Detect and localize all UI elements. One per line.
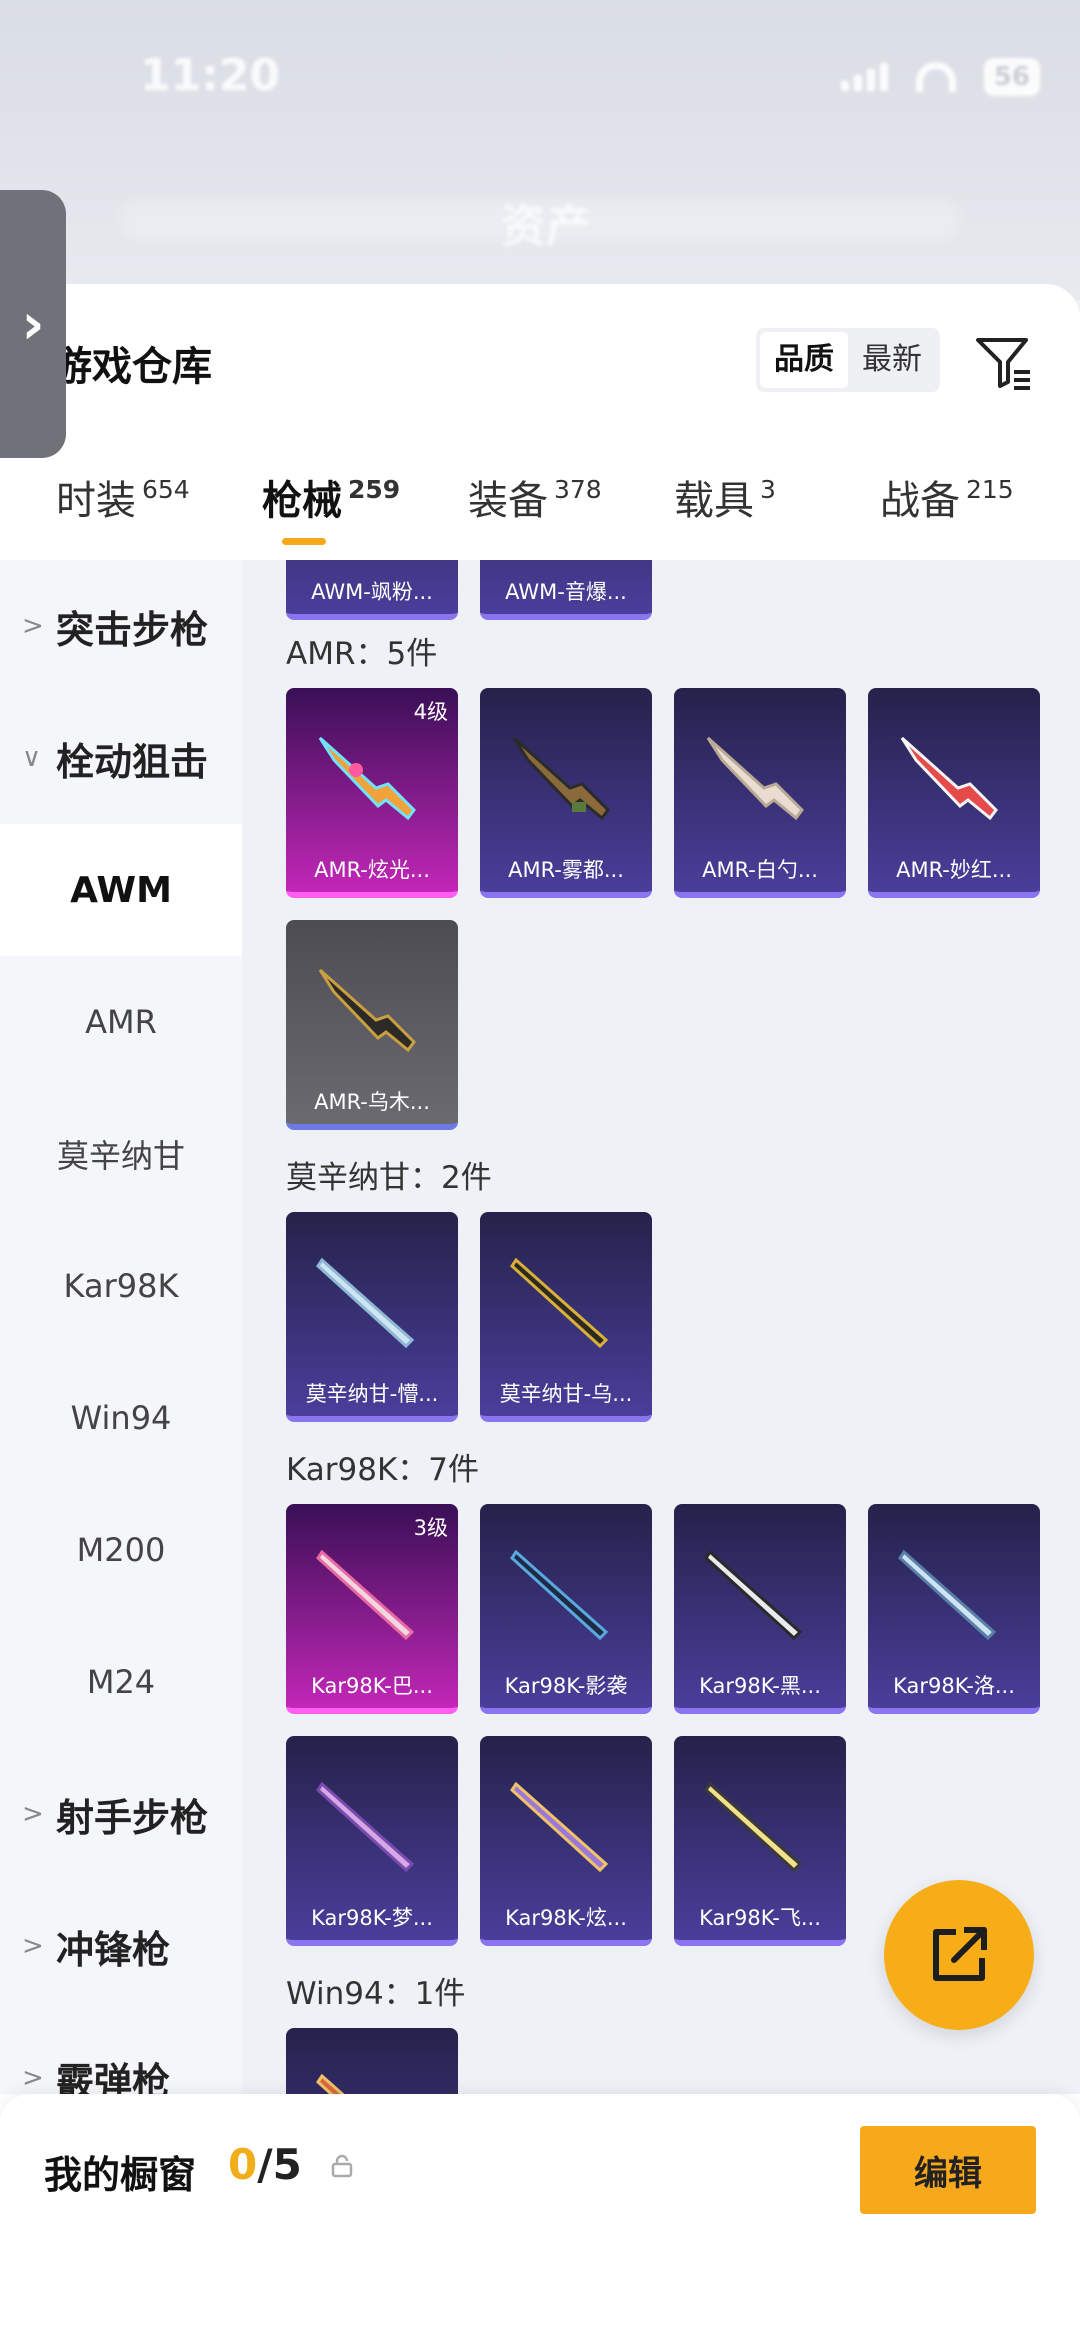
rifle-icon bbox=[318, 736, 416, 821]
sidebar-item-mosin[interactable]: 莫辛纳甘 bbox=[0, 1088, 242, 1220]
tab-vehicles[interactable]: 载具 3 bbox=[674, 468, 776, 526]
sidebar-item-kar98k[interactable]: Kar98K bbox=[0, 1220, 242, 1352]
sort-toggle: 品质 最新 bbox=[756, 328, 940, 392]
level-badge: 4级 bbox=[413, 700, 448, 724]
weapon-card[interactable]: AMR-妙红... bbox=[868, 688, 1040, 898]
tab-supplies[interactable]: 战备 215 bbox=[880, 468, 1014, 526]
rifle-icon bbox=[704, 1549, 803, 1641]
weapon-card[interactable]: Kar98K-炫... bbox=[480, 1736, 652, 1946]
section-title-win94: Win94：1件 bbox=[286, 1976, 466, 2012]
chevron-right-icon: > bbox=[22, 611, 44, 641]
sidebar-item-win94[interactable]: Win94 bbox=[0, 1352, 242, 1484]
panel-title: 游戏仓库 bbox=[52, 344, 212, 390]
sidebar-item-bolt-sniper[interactable]: ∨ 栓动狙击 bbox=[0, 692, 242, 824]
section-title-amr: AMR：5件 bbox=[286, 636, 438, 672]
rifle-icon bbox=[510, 1549, 609, 1641]
weapon-card[interactable]: AMR-白勺... bbox=[674, 688, 846, 898]
rifle-icon bbox=[316, 1257, 415, 1349]
sidebar-item-smg[interactable]: > 冲锋枪 bbox=[0, 1880, 242, 2012]
rifle-icon bbox=[706, 736, 804, 821]
section-title-mosin: 莫辛纳甘：2件 bbox=[286, 1160, 492, 1196]
sidebar-item-marksman[interactable]: > 射手步枪 bbox=[0, 1748, 242, 1880]
chevron-down-icon: ∨ bbox=[22, 743, 42, 773]
weapon-card[interactable]: 莫辛纳甘-乌... bbox=[480, 1212, 652, 1422]
showcase-count: 0/5 bbox=[228, 2140, 302, 2189]
chevron-right-icon: > bbox=[22, 2063, 44, 2093]
status-time: 11:20 bbox=[140, 50, 281, 101]
status-header: 11:20 56 资产 bbox=[0, 0, 1080, 300]
weapon-card[interactable]: 4级 AMR-炫光... bbox=[286, 688, 458, 898]
rifle-icon bbox=[316, 1549, 415, 1641]
share-button[interactable] bbox=[884, 1880, 1034, 2030]
signal-icon bbox=[840, 63, 888, 91]
filter-icon[interactable] bbox=[972, 330, 1036, 394]
weapon-card[interactable]: Kar98K-梦... bbox=[286, 1736, 458, 1946]
lock-icon bbox=[331, 2154, 353, 2178]
weapon-category-sidebar: > 突击步枪 ∨ 栓动狙击 AWM AMR 莫辛纳甘 Kar98K Win94 M2… bbox=[0, 560, 242, 2094]
rifle-icon bbox=[510, 1257, 609, 1349]
rifle-icon bbox=[318, 968, 416, 1053]
tab-equipment[interactable]: 装备 378 bbox=[468, 468, 602, 526]
rifle-icon bbox=[512, 736, 610, 821]
tab-fashion[interactable]: 时装 654 bbox=[56, 468, 190, 526]
weapon-card[interactable]: Kar98K-影袭 bbox=[480, 1504, 652, 1714]
showcase-label: 我的橱窗 bbox=[44, 2153, 197, 2197]
weapon-card[interactable]: AWM-音爆... bbox=[480, 560, 652, 620]
sort-newest[interactable]: 最新 bbox=[848, 332, 936, 388]
weapon-card[interactable]: Kar98K-洛... bbox=[868, 1504, 1040, 1714]
level-badge: 3级 bbox=[413, 1516, 448, 1540]
chevron-right-icon: > bbox=[22, 1931, 44, 1961]
tab-indicator bbox=[282, 538, 326, 545]
page-title: 资产 bbox=[500, 199, 592, 253]
external-link-icon bbox=[933, 1927, 987, 1981]
sidebar-item-awm[interactable]: AWM bbox=[0, 824, 242, 956]
status-icons: 56 bbox=[840, 58, 1040, 96]
sidebar-item-shotgun[interactable]: > 霰弹枪 bbox=[0, 2012, 242, 2095]
sidebar-item-m24[interactable]: M24 bbox=[0, 1616, 242, 1748]
weapon-card[interactable]: 莫辛纳甘-懵... bbox=[286, 1212, 458, 1422]
edit-button[interactable]: 编辑 bbox=[860, 2126, 1036, 2214]
sidebar-item-m200[interactable]: M200 bbox=[0, 1484, 242, 1616]
weapon-card[interactable]: Kar98K-飞... bbox=[674, 1736, 846, 1946]
sidebar-item-assault-rifle[interactable]: > 突击步枪 bbox=[0, 560, 242, 692]
weapon-card[interactable] bbox=[286, 2028, 458, 2094]
tab-guns[interactable]: 枪械 259 bbox=[262, 468, 400, 526]
sidebar-item-amr[interactable]: AMR bbox=[0, 956, 242, 1088]
chevron-right-icon: > bbox=[22, 1799, 44, 1829]
battery-badge: 56 bbox=[983, 58, 1040, 96]
section-title-kar98k: Kar98K：7件 bbox=[286, 1452, 480, 1488]
sort-quality[interactable]: 品质 bbox=[760, 332, 848, 388]
category-tabs: 时装 654 枪械 259 装备 378 载具 3 战备 215 bbox=[0, 468, 1080, 558]
weapon-card[interactable]: AMR-雾都... bbox=[480, 688, 652, 898]
weapon-grid: AWM-飒粉... AWM-音爆... AMR：5件 4级 AMR-炫光... … bbox=[242, 560, 1080, 2094]
weapon-card[interactable]: 3级 Kar98K-巴... bbox=[286, 1504, 458, 1714]
rifle-icon bbox=[316, 1781, 415, 1873]
expand-handle[interactable]: › bbox=[0, 190, 66, 458]
weapon-card[interactable]: AMR-乌木... bbox=[286, 920, 458, 1130]
weapon-card[interactable]: AWM-飒粉... bbox=[286, 560, 458, 620]
rifle-icon bbox=[898, 1549, 997, 1641]
rifle-icon bbox=[510, 1781, 609, 1873]
rifle-icon bbox=[316, 2073, 345, 2094]
chevron-right-icon: › bbox=[21, 291, 45, 357]
weapon-card[interactable]: Kar98K-黑... bbox=[674, 1504, 846, 1714]
wifi-icon bbox=[915, 62, 956, 92]
rifle-icon bbox=[900, 736, 998, 821]
rifle-icon bbox=[704, 1781, 803, 1873]
showcase-bar: 我的橱窗 0/5 编辑 bbox=[0, 2094, 1080, 2341]
